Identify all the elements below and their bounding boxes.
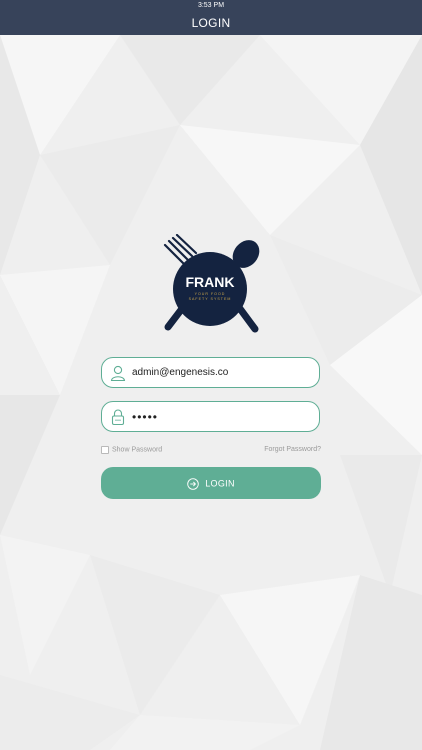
logo-tagline-1: YOUR FOOD — [195, 292, 226, 296]
password-field[interactable] — [101, 401, 320, 432]
arrow-right-circle-icon — [187, 477, 199, 490]
status-bar: 3:53 PM — [0, 0, 422, 12]
logo-tagline-2: SAFETY SYSTEM — [189, 297, 232, 301]
page-title: LOGIN — [191, 16, 231, 30]
logo-brand: FRANK — [186, 274, 235, 290]
nav-bar: LOGIN — [0, 12, 422, 35]
password-input[interactable] — [132, 402, 312, 431]
faceted-background — [0, 35, 422, 750]
user-icon — [110, 365, 126, 382]
frank-logo: FRANK YOUR FOOD SAFETY SYSTEM — [163, 234, 260, 333]
show-password-toggle[interactable]: Show Password — [101, 446, 162, 456]
email-input[interactable] — [132, 358, 312, 387]
login-button-label: LOGIN — [205, 478, 235, 489]
show-password-label: Show Password — [112, 446, 163, 454]
lock-icon — [111, 409, 125, 426]
show-password-checkbox[interactable] — [101, 446, 109, 454]
forgot-password-link[interactable]: Forgot Password? — [264, 446, 321, 453]
login-button[interactable]: LOGIN — [101, 467, 321, 499]
email-field[interactable] — [101, 357, 320, 388]
status-time: 3:53 PM — [197, 2, 225, 9]
